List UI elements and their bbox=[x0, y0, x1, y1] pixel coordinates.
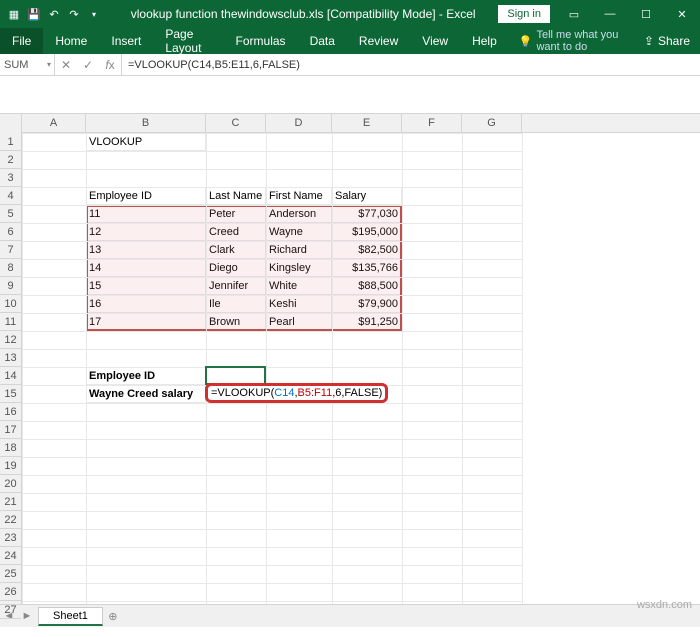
column-header[interactable]: G bbox=[462, 114, 522, 132]
column-header[interactable]: C bbox=[206, 114, 266, 132]
row-header[interactable]: 2 bbox=[0, 151, 21, 169]
tab-review[interactable]: Review bbox=[347, 28, 410, 54]
cell-B15[interactable]: Wayne Creed salary bbox=[86, 385, 206, 403]
row-header[interactable]: 1 bbox=[0, 133, 21, 151]
name-box[interactable]: SUM bbox=[0, 54, 55, 75]
spreadsheet-grid: 1234567891011121314151617181920212223242… bbox=[0, 114, 700, 604]
title-bar: ▦ 💾 ↶ ↷ ▾ vlookup function thewindowsclu… bbox=[0, 0, 700, 28]
row-header[interactable]: 27 bbox=[0, 601, 21, 619]
row-header[interactable]: 7 bbox=[0, 241, 21, 259]
row-header[interactable]: 8 bbox=[0, 259, 21, 277]
lightbulb-icon: 💡 bbox=[519, 35, 533, 48]
save-icon[interactable]: 💾 bbox=[26, 6, 42, 22]
row-header[interactable]: 17 bbox=[0, 421, 21, 439]
cancel-formula-icon[interactable]: ✕ bbox=[55, 58, 77, 72]
row-header[interactable]: 25 bbox=[0, 565, 21, 583]
excel-icon: ▦ bbox=[6, 6, 22, 22]
row-header[interactable]: 13 bbox=[0, 349, 21, 367]
accept-formula-icon[interactable]: ✓ bbox=[77, 58, 99, 72]
tab-view[interactable]: View bbox=[410, 28, 460, 54]
column-header[interactable]: A bbox=[22, 114, 86, 132]
maximize-button[interactable]: ☐ bbox=[628, 0, 664, 28]
undo-icon[interactable]: ↶ bbox=[46, 6, 62, 22]
tab-data[interactable]: Data bbox=[298, 28, 347, 54]
row-header[interactable]: 23 bbox=[0, 529, 21, 547]
row-header[interactable]: 3 bbox=[0, 169, 21, 187]
share-icon: ⇪ bbox=[644, 34, 654, 48]
formula-input[interactable]: =VLOOKUP(C14,B5:E11,6,FALSE) bbox=[122, 54, 700, 75]
qat-dropdown-icon[interactable]: ▾ bbox=[86, 6, 102, 22]
ribbon: File Home Insert Page Layout Formulas Da… bbox=[0, 28, 700, 54]
formula-bar: SUM ✕ ✓ fx =VLOOKUP(C14,B5:E11,6,FALSE) bbox=[0, 54, 700, 76]
ribbon-options-icon[interactable]: ▭ bbox=[556, 0, 592, 28]
tab-page-layout[interactable]: Page Layout bbox=[153, 28, 223, 54]
row-header[interactable]: 11 bbox=[0, 313, 21, 331]
row-header[interactable]: 10 bbox=[0, 295, 21, 313]
tab-formulas[interactable]: Formulas bbox=[224, 28, 298, 54]
row-header[interactable]: 18 bbox=[0, 439, 21, 457]
add-sheet-icon[interactable]: ⊕ bbox=[103, 610, 123, 623]
column-header[interactable]: B bbox=[86, 114, 206, 132]
formula-cell-display[interactable]: =VLOOKUP(C14,B5:F11,6,FALSE) bbox=[205, 383, 388, 403]
cell-E4[interactable]: Salary bbox=[332, 187, 402, 205]
fx-icon[interactable]: fx bbox=[99, 58, 121, 72]
tell-me-search[interactable]: 💡 Tell me what you want to do bbox=[509, 29, 634, 53]
sheet-tabs-bar: ◄ ► Sheet1 ⊕ bbox=[0, 604, 700, 627]
column-headers: ABCDEFG bbox=[22, 114, 700, 133]
column-header[interactable]: F bbox=[402, 114, 462, 132]
column-header[interactable]: E bbox=[332, 114, 402, 132]
cell-D4[interactable]: First Name bbox=[266, 187, 332, 205]
row-header[interactable]: 4 bbox=[0, 187, 21, 205]
row-header[interactable]: 12 bbox=[0, 331, 21, 349]
cell-B14[interactable]: Employee ID bbox=[86, 367, 206, 385]
close-button[interactable]: ✕ bbox=[664, 0, 700, 28]
tab-home[interactable]: Home bbox=[43, 28, 99, 54]
quick-access-toolbar: ▦ 💾 ↶ ↷ ▾ bbox=[0, 6, 108, 22]
window-title: vlookup function thewindowsclub.xls [Com… bbox=[108, 7, 498, 21]
row-header[interactable]: 21 bbox=[0, 493, 21, 511]
minimize-button[interactable]: — bbox=[592, 0, 628, 28]
cell-C4[interactable]: Last Name bbox=[206, 187, 266, 205]
row-header[interactable]: 16 bbox=[0, 403, 21, 421]
formula-bar-expand bbox=[0, 76, 700, 114]
redo-icon[interactable]: ↷ bbox=[66, 6, 82, 22]
row-header[interactable]: 19 bbox=[0, 457, 21, 475]
row-header[interactable]: 26 bbox=[0, 583, 21, 601]
row-headers: 1234567891011121314151617181920212223242… bbox=[0, 114, 22, 604]
row-header[interactable]: 15 bbox=[0, 385, 21, 403]
row-header[interactable]: 14 bbox=[0, 367, 21, 385]
cell-B1[interactable]: VLOOKUP bbox=[86, 133, 206, 151]
row-header[interactable]: 20 bbox=[0, 475, 21, 493]
cell-B4[interactable]: Employee ID bbox=[86, 187, 206, 205]
row-header[interactable]: 24 bbox=[0, 547, 21, 565]
row-header[interactable]: 9 bbox=[0, 277, 21, 295]
sign-in-button[interactable]: Sign in bbox=[498, 5, 550, 23]
row-header[interactable]: 6 bbox=[0, 223, 21, 241]
column-header[interactable]: D bbox=[266, 114, 332, 132]
row-header[interactable]: 22 bbox=[0, 511, 21, 529]
tab-file[interactable]: File bbox=[0, 28, 43, 54]
row-header[interactable]: 5 bbox=[0, 205, 21, 223]
share-button[interactable]: ⇪ Share bbox=[634, 34, 700, 48]
tab-insert[interactable]: Insert bbox=[99, 28, 153, 54]
tab-help[interactable]: Help bbox=[460, 28, 509, 54]
watermark: wsxdn.com bbox=[637, 599, 692, 611]
sheet-tab[interactable]: Sheet1 bbox=[38, 607, 103, 626]
